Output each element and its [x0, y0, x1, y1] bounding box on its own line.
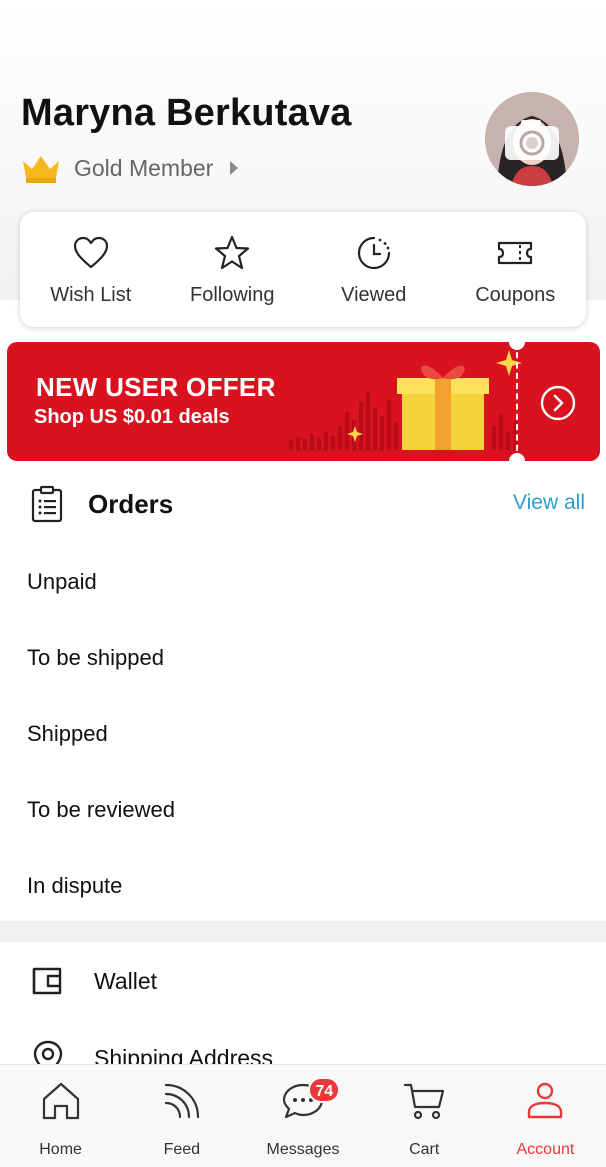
- order-status-shipped[interactable]: Shipped: [0, 696, 606, 772]
- gift-box-illustration: [289, 350, 522, 450]
- order-status-to-be-reviewed[interactable]: To be reviewed: [0, 772, 606, 848]
- order-status-label: Unpaid: [27, 569, 97, 594]
- membership-row[interactable]: Gold Member: [20, 150, 239, 186]
- nav-cart-label: Cart: [409, 1141, 440, 1158]
- home-icon: [42, 1082, 79, 1120]
- section-divider: [0, 921, 606, 942]
- order-status-unpaid[interactable]: Unpaid: [0, 544, 606, 620]
- heart-icon: [73, 236, 108, 269]
- new-user-offer-banner[interactable]: NEW USER OFFER Shop US $0.01 deals: [7, 342, 600, 461]
- nav-messages[interactable]: 74 Messages: [242, 1065, 363, 1167]
- order-status-label: To be shipped: [27, 645, 164, 670]
- cart-icon: [404, 1083, 445, 1120]
- avatar[interactable]: [485, 92, 579, 186]
- view-all-orders-link[interactable]: View all: [513, 491, 585, 515]
- coupons-label: Coupons: [475, 284, 556, 306]
- nav-account-label: Account: [516, 1141, 575, 1158]
- quick-links-card: Wish List Following Viewed Coupons: [20, 212, 586, 327]
- wallet-label: Wallet: [94, 967, 158, 994]
- banner-divider: [516, 342, 518, 461]
- order-status-to-be-shipped[interactable]: To be shipped: [0, 620, 606, 696]
- orders-header: Orders View all: [0, 478, 606, 530]
- banner-title: NEW USER OFFER: [36, 372, 276, 402]
- order-status-list: Unpaid To be shipped Shipped To be revie…: [0, 544, 606, 924]
- order-status-label: Shipped: [27, 721, 108, 746]
- orders-title: Orders: [88, 489, 174, 519]
- orders-clipboard-icon: [31, 485, 63, 523]
- nav-home-label: Home: [39, 1141, 82, 1158]
- membership-label: Gold Member: [74, 154, 214, 181]
- viewed-label: Viewed: [341, 284, 407, 306]
- following-button[interactable]: Following: [162, 212, 304, 327]
- wish-list-label: Wish List: [50, 284, 132, 306]
- nav-messages-label: Messages: [266, 1141, 340, 1158]
- chevron-right-circle-icon[interactable]: [540, 385, 576, 421]
- wallet-menu-item[interactable]: Wallet: [0, 943, 606, 1019]
- history-clock-icon: [357, 236, 390, 270]
- account-person-icon: [528, 1082, 563, 1119]
- star-icon: [215, 235, 250, 270]
- ticket-icon: [498, 241, 533, 265]
- nav-account[interactable]: Account: [485, 1065, 606, 1167]
- wallet-icon: [32, 967, 62, 995]
- crown-icon: [23, 156, 59, 183]
- wish-list-button[interactable]: Wish List: [20, 212, 162, 327]
- profile-name: Maryna Berkutava: [21, 92, 352, 134]
- nav-cart[interactable]: Cart: [364, 1065, 485, 1167]
- nav-feed-label: Feed: [163, 1141, 201, 1158]
- viewed-button[interactable]: Viewed: [303, 212, 445, 327]
- order-status-label: In dispute: [27, 873, 123, 898]
- nav-feed[interactable]: Feed: [121, 1065, 242, 1167]
- coupons-button[interactable]: Coupons: [445, 212, 587, 327]
- messages-badge: 74: [308, 1077, 341, 1103]
- following-label: Following: [190, 284, 275, 306]
- feed-icon: [164, 1083, 199, 1119]
- order-status-label: To be reviewed: [27, 797, 175, 822]
- caret-right-icon: [230, 161, 239, 175]
- nav-home[interactable]: Home: [0, 1065, 121, 1167]
- order-status-in-dispute[interactable]: In dispute: [0, 848, 606, 924]
- avatar-image: [485, 92, 579, 186]
- banner-subtitle: Shop US $0.01 deals: [34, 406, 230, 428]
- bottom-navigation: Home Feed 74 Messages Cart Account: [0, 1064, 606, 1167]
